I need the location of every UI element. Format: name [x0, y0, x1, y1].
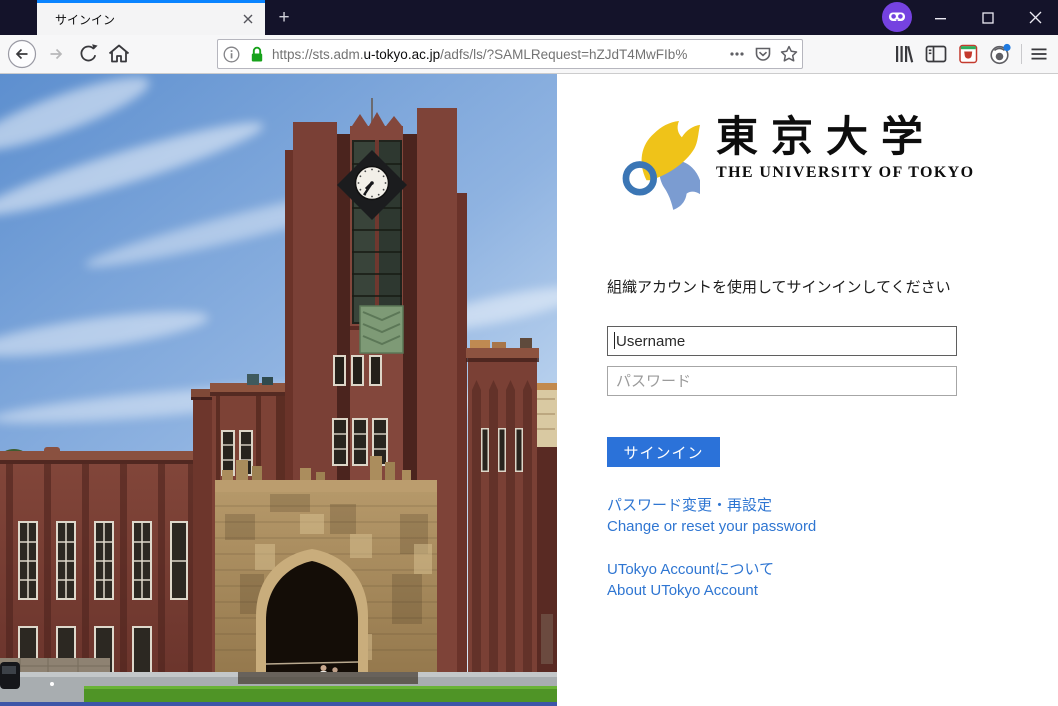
reload-icon[interactable]	[74, 39, 104, 69]
site-info-icon[interactable]	[218, 40, 244, 68]
menu-icon[interactable]	[1024, 39, 1054, 69]
link-password-reset-jp[interactable]: パスワード変更・再設定	[607, 494, 772, 515]
tab-close-icon[interactable]	[239, 10, 257, 28]
bookmark-star-icon[interactable]	[776, 40, 802, 68]
https-lock-icon[interactable]	[244, 40, 270, 68]
tab-signin[interactable]: サインイン	[37, 0, 265, 35]
page-content: 東京大学 THE UNIVERSITY OF TOKYO 組織アカウントを使用し…	[0, 74, 1058, 706]
text-caret	[614, 332, 615, 349]
password-input[interactable]	[607, 366, 957, 396]
titlebar: サインイン +	[0, 0, 1058, 35]
browser-window: サインイン +	[0, 0, 1058, 706]
yasuda-auditorium-photo	[0, 74, 557, 706]
signin-button[interactable]: サインイン	[607, 437, 720, 467]
toolbar-separator	[1021, 44, 1022, 64]
tab-title: サインイン	[55, 11, 115, 28]
extension-red-shield-icon[interactable]	[953, 39, 983, 69]
navigation-toolbar: https://sts.adm.u-tokyo.ac.jp/adfs/ls/?S…	[0, 35, 1058, 74]
back-icon[interactable]	[7, 39, 37, 69]
username-field-wrapper	[607, 326, 957, 356]
utokyo-ginkgo-mark-icon	[614, 114, 700, 214]
page-actions-icon[interactable]	[724, 40, 750, 68]
pocket-icon[interactable]	[750, 40, 776, 68]
new-tab-button[interactable]: +	[272, 6, 296, 30]
link-password-reset-en[interactable]: Change or reset your password	[607, 518, 816, 535]
link-about-account-en[interactable]: About UTokyo Account	[607, 582, 758, 599]
forward-icon[interactable]	[41, 39, 71, 69]
library-icon[interactable]	[889, 39, 919, 69]
extension-gray-circle-icon[interactable]	[985, 39, 1015, 69]
username-input[interactable]	[607, 326, 957, 356]
utokyo-logo: 東京大学 THE UNIVERSITY OF TOKYO	[614, 114, 974, 214]
window-close-button[interactable]	[1012, 0, 1058, 35]
signin-instruction: 組織アカウントを使用してサインインしてください	[607, 276, 951, 297]
signin-panel: 東京大学 THE UNIVERSITY OF TOKYO 組織アカウントを使用し…	[557, 74, 1058, 706]
url-text: https://sts.adm.u-tokyo.ac.jp/adfs/ls/?S…	[270, 47, 724, 62]
logo-title-en: THE UNIVERSITY OF TOKYO	[716, 164, 974, 182]
sidebars-icon[interactable]	[921, 39, 951, 69]
window-maximize-button[interactable]	[965, 0, 1011, 35]
window-minimize-button[interactable]	[918, 0, 964, 35]
logo-title-jp: 東京大学	[716, 114, 974, 162]
home-icon[interactable]	[104, 39, 134, 69]
url-bar[interactable]: https://sts.adm.u-tokyo.ac.jp/adfs/ls/?S…	[217, 39, 803, 69]
password-field-wrapper	[607, 366, 957, 396]
private-browsing-mask-icon[interactable]	[882, 2, 912, 32]
link-about-account-jp[interactable]: UTokyo Accountについて	[607, 558, 774, 579]
